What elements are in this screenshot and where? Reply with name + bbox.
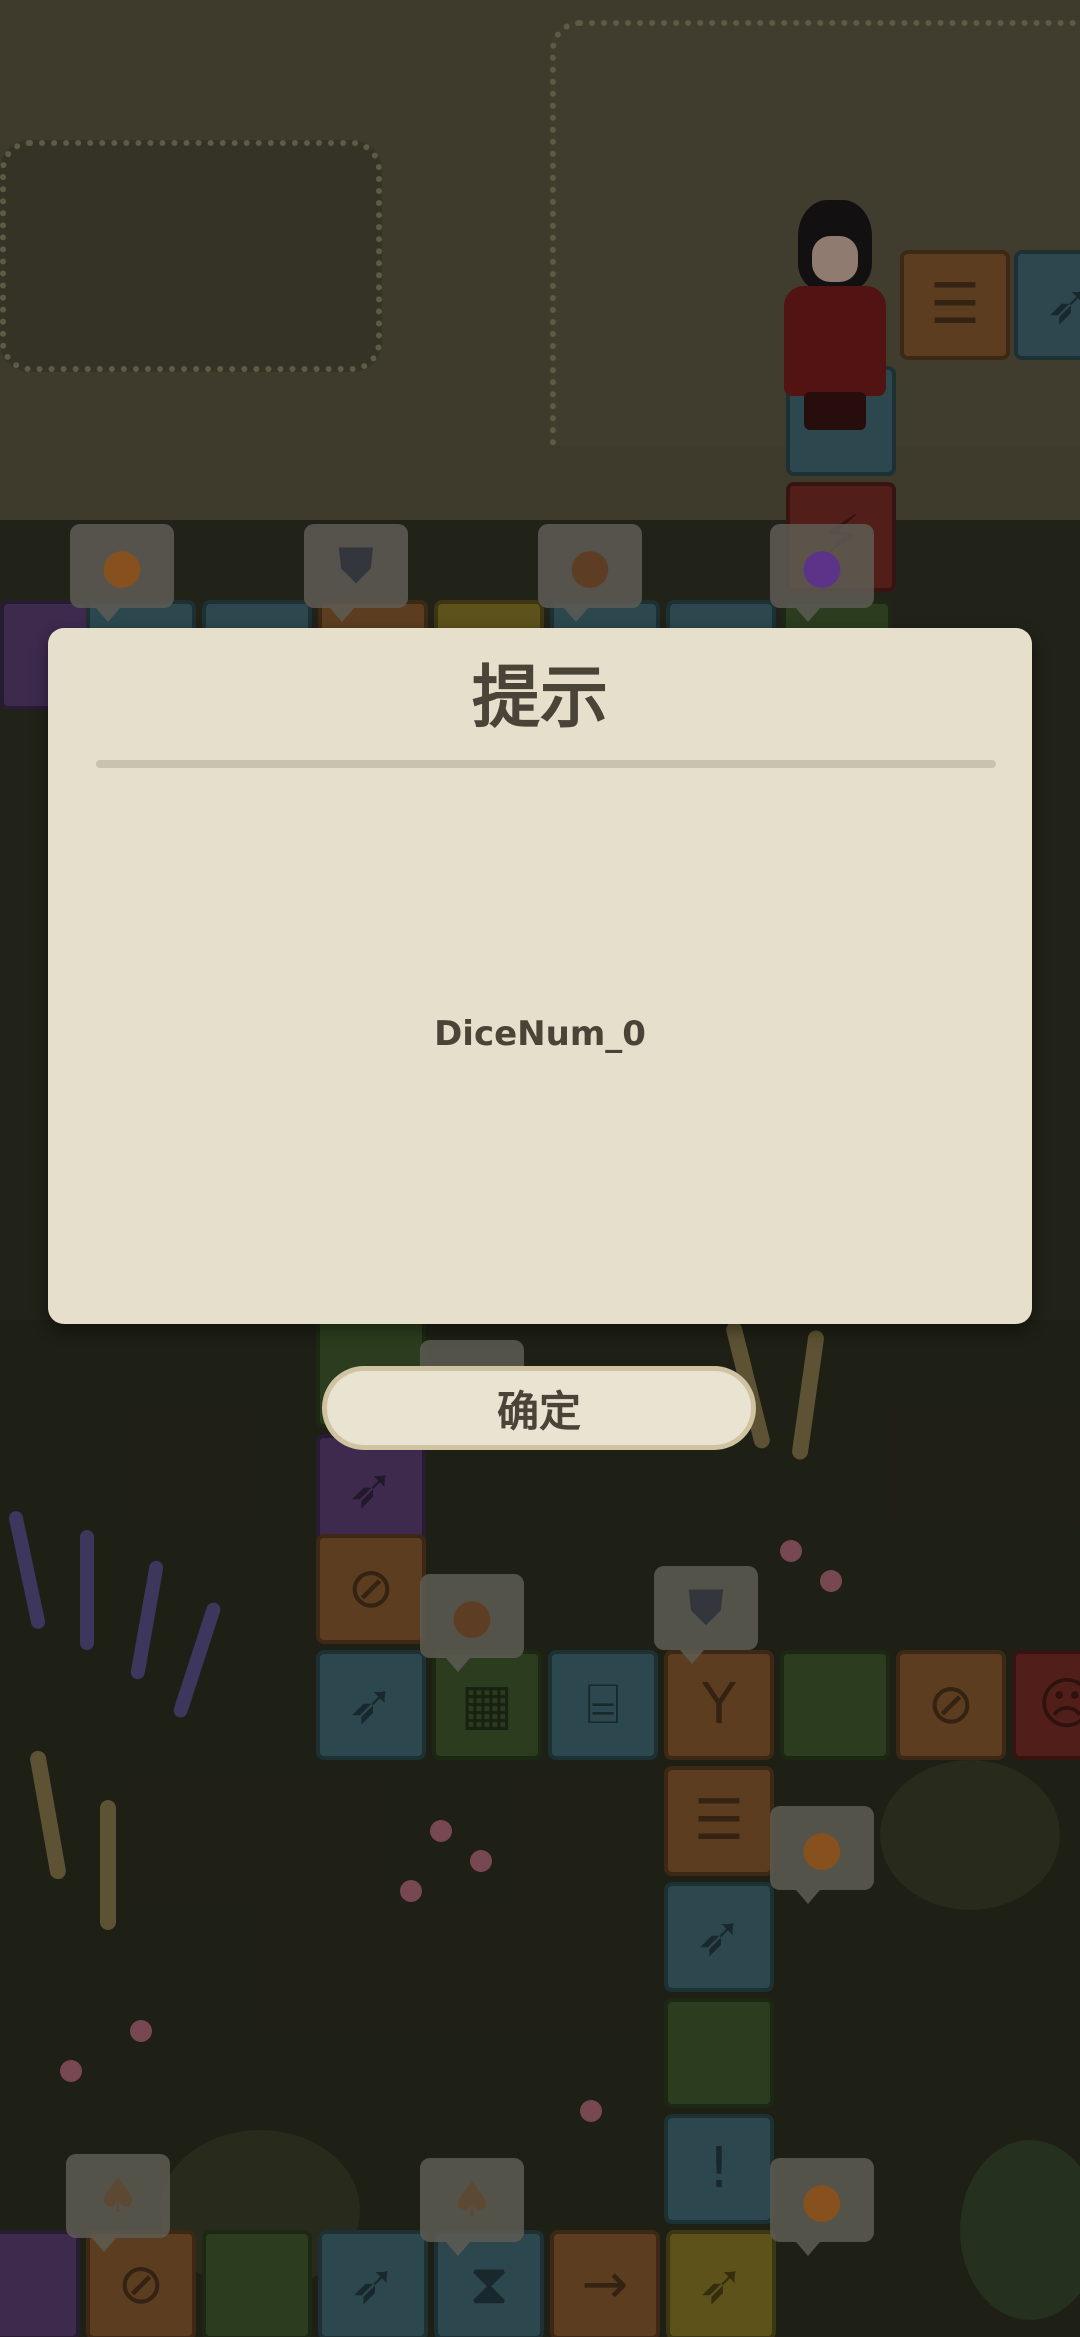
- dialog-title: 提示: [471, 659, 608, 738]
- alert-dialog: 提示 DiceNum_0: [48, 628, 1032, 1324]
- game-screen: ☰ ➶ ⚡ ➶ ⊘ ➶ ▦ ⌸ Y ⊘ ☹ ☰ ➶ ! ⊘ ➶ ⧗ → ➶ ● …: [0, 0, 1080, 2337]
- confirm-button[interactable]: 确定: [322, 1366, 756, 1450]
- dialog-divider: [96, 760, 996, 768]
- dialog-message: DiceNum_0: [434, 1014, 646, 1054]
